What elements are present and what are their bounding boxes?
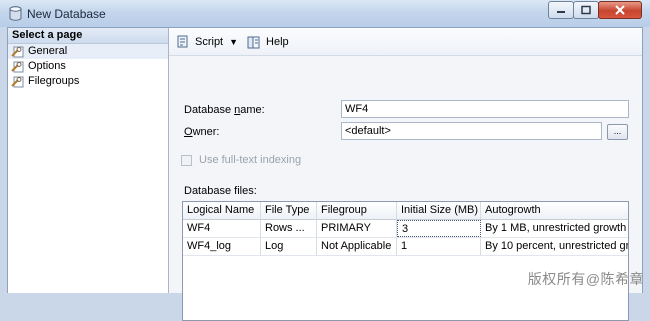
cell-filegroup[interactable]: Not Applicable <box>317 238 397 255</box>
cell-file-type[interactable]: Rows ... <box>261 220 317 237</box>
page-item-label: Options <box>28 60 66 72</box>
owner-label: Owner: <box>184 126 220 138</box>
page-item-general[interactable]: General <box>8 44 168 59</box>
minimize-icon <box>557 11 565 13</box>
cell-filegroup[interactable]: PRIMARY <box>317 220 397 237</box>
watermark-text: 版权所有@陈希章 <box>527 271 644 287</box>
help-icon <box>247 36 260 48</box>
fulltext-indexing-label: Use full-text indexing <box>199 154 302 166</box>
column-header-file-type[interactable]: File Type <box>261 202 317 219</box>
database-icon <box>9 6 22 21</box>
grid-header-row: Logical Name File Type Filegroup Initial… <box>183 202 628 220</box>
help-button[interactable]: Help <box>246 34 289 50</box>
minimize-button[interactable] <box>548 1 574 19</box>
help-label: Help <box>266 35 289 48</box>
column-header-filegroup[interactable]: Filegroup <box>317 202 397 219</box>
wrench-page-icon <box>11 46 24 57</box>
page-item-options[interactable]: Options <box>8 59 168 74</box>
page-item-label: Filegroups <box>28 75 80 87</box>
column-header-autogrowth[interactable]: Autogrowth <box>481 202 628 219</box>
title-bar[interactable]: New Database <box>0 0 650 27</box>
cell-initial-size[interactable]: 3 <box>397 220 481 237</box>
wrench-page-icon <box>11 76 24 87</box>
database-files-label: Database files: <box>184 185 257 197</box>
close-icon <box>615 5 625 15</box>
cell-autogrowth[interactable]: By 10 percent, unrestricted growt <box>481 238 628 255</box>
wrench-page-icon <box>11 61 24 72</box>
column-header-initial-size[interactable]: Initial Size (MB) <box>397 202 481 219</box>
select-page-pane: Select a page General Options Filegroups <box>8 28 169 293</box>
script-button[interactable]: Script <box>175 34 223 50</box>
maximize-button[interactable] <box>573 1 599 19</box>
dialog-client-area: Select a page General Options Filegroups… <box>7 27 643 321</box>
column-header-logical-name[interactable]: Logical Name <box>183 202 261 219</box>
select-page-header: Select a page <box>8 28 168 44</box>
database-files-grid[interactable]: Logical Name File Type Filegroup Initial… <box>182 201 629 321</box>
table-row[interactable]: WF4 Rows ... PRIMARY 3 By 1 MB, unrestri… <box>183 220 628 238</box>
toolbar: Script ▼ Help <box>169 28 642 56</box>
page-content-pane: Script ▼ Help Database name: WF4 Owner: … <box>169 28 642 321</box>
cell-initial-size[interactable]: 1 <box>397 238 481 255</box>
cell-logical-name[interactable]: WF4_log <box>183 238 261 255</box>
script-dropdown-arrow-icon[interactable]: ▼ <box>229 37 238 47</box>
owner-input[interactable]: <default> <box>341 122 602 140</box>
database-name-input[interactable]: WF4 <box>341 100 629 118</box>
cell-autogrowth[interactable]: By 1 MB, unrestricted growth <box>481 220 628 237</box>
script-label: Script <box>195 35 224 48</box>
general-page-form: Database name: WF4 Owner: <default> ... … <box>169 56 642 321</box>
close-button[interactable] <box>598 1 642 19</box>
window-title: New Database <box>27 7 106 21</box>
maximize-icon <box>581 5 591 15</box>
table-row[interactable]: WF4_log Log Not Applicable 1 By 10 perce… <box>183 238 628 256</box>
script-icon <box>177 35 188 47</box>
fulltext-indexing-checkbox[interactable] <box>181 155 192 166</box>
database-name-label: Database name: <box>184 104 265 116</box>
owner-browse-button[interactable]: ... <box>607 124 628 140</box>
cell-file-type[interactable]: Log <box>261 238 317 255</box>
cell-logical-name[interactable]: WF4 <box>183 220 261 237</box>
page-item-filegroups[interactable]: Filegroups <box>8 74 168 89</box>
page-item-label: General <box>28 45 68 57</box>
